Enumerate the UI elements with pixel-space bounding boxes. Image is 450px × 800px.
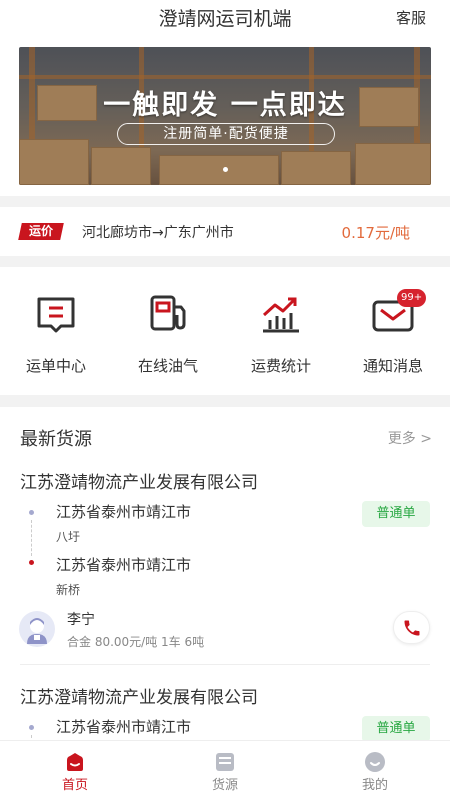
freight-price-row[interactable]: 运价 河北廊坊市→广东广州市 0.17元/吨 (0, 207, 450, 256)
notification-badge: 99+ (397, 289, 427, 307)
menu-item-notifications[interactable]: 通知消息 (337, 267, 449, 395)
app-screen: 澄靖网运司机端 客服 一触即发 一点即达 注册简单·配货便捷 运价 河北廊坊市→… (0, 0, 450, 800)
carousel-indicator (19, 157, 431, 176)
order-type-tag: 普通单 (362, 716, 430, 740)
latest-cargo-section: 最新货源 更多 > 江苏澄靖物流产业发展有限公司 江苏省泰州市靖江市 八圩 江苏… (0, 407, 450, 740)
profile-icon (365, 752, 385, 772)
customer-service-button[interactable]: 客服 (396, 7, 426, 28)
more-link[interactable]: 更多 > (388, 428, 432, 448)
waybill-icon (37, 297, 75, 333)
quick-menu: 运单中心 在线油气 运费统计 通知消息 99+ (0, 267, 450, 395)
cargo-icon (216, 753, 234, 771)
section-title: 最新货源 (20, 429, 92, 450)
menu-label: 运单中心 (25, 357, 86, 375)
fuel-pump-icon (150, 295, 186, 331)
destination-detail: 新桥 (56, 583, 81, 597)
page-title: 澄靖网运司机端 (158, 8, 292, 30)
banner-section: 一触即发 一点即达 注册简单·配货便捷 (0, 34, 450, 196)
origin-dot-icon (29, 725, 34, 730)
menu-label: 在线油气 (137, 357, 198, 375)
origin-address: 江苏省泰州市靖江市 (56, 718, 192, 736)
route-line (31, 520, 32, 556)
tab-label: 货源 (211, 778, 238, 793)
banner-subline: 注册简单·配货便捷 (117, 123, 335, 145)
price-tag-label: 运价 (28, 224, 53, 238)
bar-chart-icon (262, 297, 299, 333)
promo-banner[interactable]: 一触即发 一点即达 注册简单·配货便捷 (19, 47, 431, 185)
tab-label: 首页 (61, 778, 88, 793)
home-icon (67, 753, 83, 771)
avatar (19, 611, 55, 647)
price-route: 河北廊坊市→广东广州市 (82, 225, 234, 241)
menu-label: 运费统计 (250, 357, 311, 375)
menu-item-waybill[interactable]: 运单中心 (0, 267, 112, 395)
menu-item-fuel[interactable]: 在线油气 (112, 267, 224, 395)
card-divider (20, 664, 430, 665)
app-header: 澄靖网运司机端 客服 (0, 0, 450, 34)
banner-headline: 一触即发 一点即达 (103, 90, 347, 121)
origin-address: 江苏省泰州市靖江市 (56, 503, 192, 521)
phone-icon (404, 620, 420, 636)
menu-label: 通知消息 (362, 357, 423, 375)
price-tag-badge: 运价 (18, 223, 64, 240)
cargo-card[interactable]: 江苏澄靖物流产业发展有限公司 江苏省泰州市靖江市 八圩 江苏省泰州市靖江市 新桥… (0, 468, 450, 668)
cargo-detail: 合金 80.00元/吨 1车 6吨 (67, 635, 205, 649)
driver-name: 李宁 (67, 612, 95, 628)
cargo-card[interactable]: 江苏澄靖物流产业发展有限公司 江苏省泰州市靖江市 普通单 (0, 683, 450, 740)
company-name: 江苏澄靖物流产业发展有限公司 (20, 473, 258, 493)
tab-cargo[interactable]: 货源 (150, 741, 300, 800)
price-value: 0.17元/吨 (341, 224, 410, 242)
driver-avatar-icon (27, 618, 47, 644)
call-button[interactable] (393, 611, 430, 644)
bottom-tab-bar: 首页 货源 我的 (0, 740, 450, 800)
tab-profile[interactable]: 我的 (300, 741, 450, 800)
origin-detail: 八圩 (56, 530, 81, 544)
company-name: 江苏澄靖物流产业发展有限公司 (20, 688, 258, 708)
order-type-tag: 普通单 (362, 501, 430, 527)
origin-dot-icon (29, 510, 34, 515)
carousel-dot[interactable] (222, 167, 228, 172)
tab-home[interactable]: 首页 (0, 741, 150, 800)
destination-dot-icon (29, 560, 34, 565)
tab-label: 我的 (361, 778, 388, 793)
destination-address: 江苏省泰州市靖江市 (56, 556, 192, 574)
menu-item-freight-stats[interactable]: 运费统计 (225, 267, 337, 395)
